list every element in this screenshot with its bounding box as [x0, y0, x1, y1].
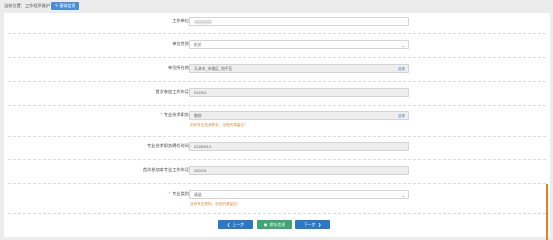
next-button-label: 下一步 [303, 222, 316, 227]
basic-info-tag-label: 基础信息 [59, 3, 76, 8]
first-work-date-value: 201901 [194, 91, 207, 95]
next-button[interactable]: 下一步 ❯ [295, 220, 330, 229]
divider [8, 33, 546, 34]
unit-nature-value: 机关 [194, 43, 202, 47]
first-work-date-label: 首次参加工作年月 [155, 89, 189, 94]
prev-button-label: 上一步 [232, 222, 245, 227]
form-panel: 工作单位 单位性质 机关 ⌄ 单位所在地 天津市_市辖区_和平区 选择 首次参加… [4, 13, 550, 237]
chevron-down-icon: ⌄ [401, 193, 405, 198]
required-marker: * [168, 191, 171, 196]
top-bar: 当前位置：工作程序维护 ✎ 基础信息 [0, 0, 553, 13]
major-category-label-text: 专业类别 [172, 191, 189, 196]
chevron-down-icon: ⌄ [401, 43, 405, 48]
major-category-select[interactable]: 请选 ⌄ [189, 190, 409, 199]
appoint-date-field[interactable]: 20180914 [189, 142, 409, 151]
basic-info-tag-button[interactable]: ✎ 基础信息 [51, 2, 80, 10]
redacted-value [194, 20, 212, 24]
breadcrumb: 当前位置：工作程序维护 [4, 3, 51, 8]
divider [8, 105, 546, 106]
tech-title-label-text: 专业技术职务 [163, 112, 189, 117]
save-button[interactable]: ▣ 保存信息 [257, 220, 292, 229]
unit-location-value: 天津市_市辖区_和平区 [194, 67, 233, 71]
first-work-date-field[interactable]: 201901 [189, 88, 409, 97]
appoint-date-label: 专业技术职务聘任时间 [147, 143, 189, 148]
major-category-hint: 没有专业类别，没有的请留空! [190, 202, 238, 206]
save-button-label: 保存信息 [269, 222, 286, 227]
unit-nature-label: 单位性质 [172, 41, 189, 46]
divider [8, 81, 546, 82]
unit-location-select-link[interactable]: 选择 [398, 65, 405, 72]
major-category-label: * 专业类别 [169, 191, 189, 197]
tech-title-label: * 专业技术职务 [160, 112, 189, 118]
divider [8, 213, 546, 214]
chevron-left-icon: ❮ [226, 222, 231, 227]
divider [8, 136, 546, 137]
unit-location-field[interactable]: 天津市_市辖区_和平区 选择 [189, 64, 409, 73]
work-unit-label: 工作单位 [172, 18, 189, 23]
prev-button[interactable]: ❮ 上一步 [218, 220, 253, 229]
required-marker: * [160, 112, 162, 117]
divider [8, 57, 546, 58]
divider [8, 159, 546, 160]
tech-title-field[interactable]: 教授 选择 [189, 111, 409, 120]
unit-location-label: 单位所在地 [168, 65, 189, 70]
work-unit-field[interactable] [189, 17, 409, 26]
first-major-work-date-label: 首次参加本专业工作年月 [142, 167, 189, 172]
first-major-work-date-value: 202001 [194, 169, 207, 173]
tech-title-hint: 如何专业技术职务，没有的请留空! [190, 123, 245, 127]
chevron-right-icon: ❯ [317, 222, 322, 227]
scrollbar-indicator[interactable] [546, 184, 548, 240]
tech-title-select-link[interactable]: 选择 [398, 112, 405, 119]
unit-nature-select[interactable]: 机关 ⌄ [189, 40, 409, 49]
first-major-work-date-field[interactable]: 202001 [189, 166, 409, 175]
save-icon: ▣ [263, 222, 268, 227]
tech-title-value: 教授 [194, 114, 202, 118]
appoint-date-value: 20180914 [194, 145, 211, 149]
divider [8, 183, 546, 184]
major-category-value: 请选 [194, 193, 202, 197]
